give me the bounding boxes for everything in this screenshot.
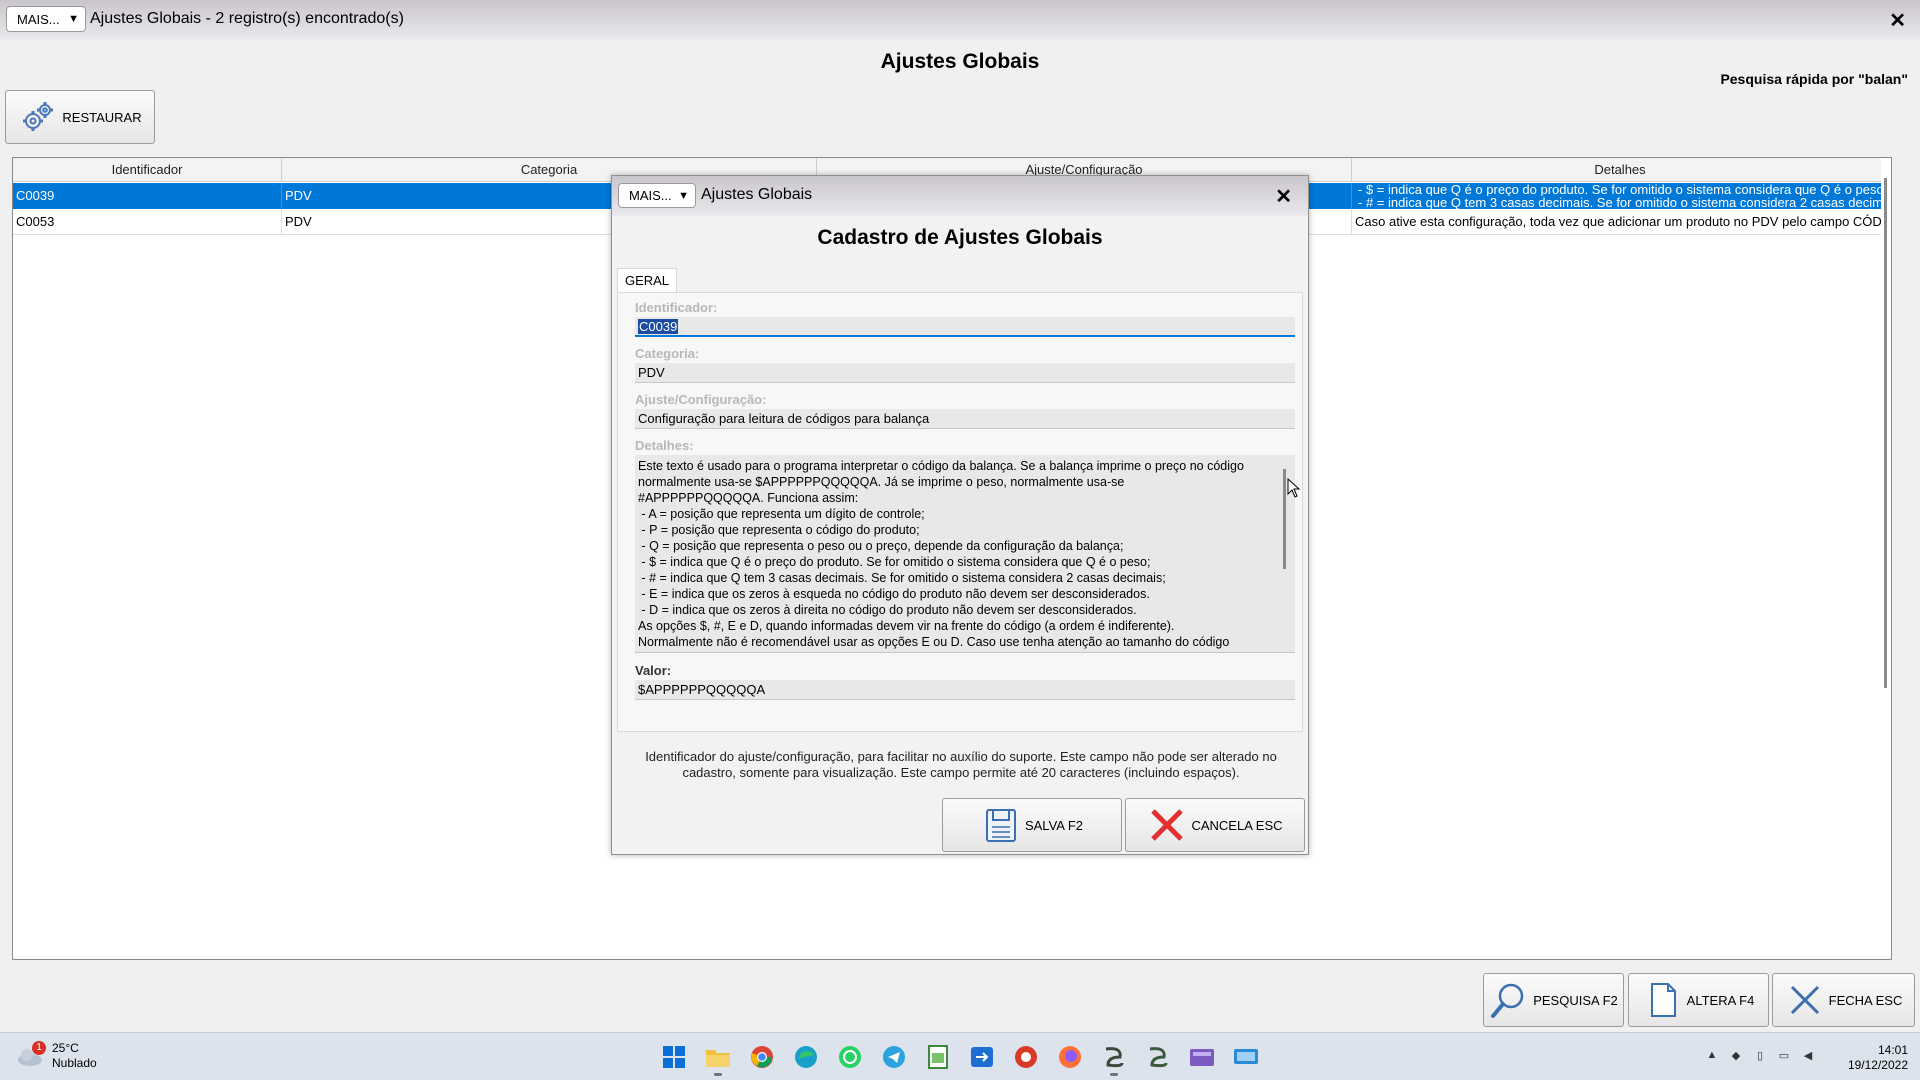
cloud-icon: 1 xyxy=(16,1041,46,1067)
firefox-icon[interactable] xyxy=(1054,1041,1086,1073)
fecha-label: FECHA ESC xyxy=(1828,992,1903,1008)
valor-label: Valor: xyxy=(635,663,672,678)
field-help-text: Identificador do ajuste/configuração, pa… xyxy=(645,749,1277,780)
cell-detalhes-line1: - $ = indica que Q é o preço do produto.… xyxy=(1358,183,1888,196)
tab-geral[interactable]: GERAL xyxy=(617,268,677,293)
volume-tray-icon[interactable]: ◀ xyxy=(1800,1047,1816,1063)
spreadsheet-icon[interactable] xyxy=(922,1041,954,1073)
mouse-cursor-icon xyxy=(1287,477,1301,501)
dialog-heading: Cadastro de Ajustes Globais xyxy=(817,226,1103,249)
page-title: Ajustes Globais xyxy=(880,50,1040,73)
pesquisa-button[interactable]: PESQUISA F2 xyxy=(1483,973,1624,1027)
cancela-button[interactable]: CANCELA ESC xyxy=(1125,798,1305,852)
document-icon xyxy=(1643,980,1683,1020)
app-red-icon[interactable] xyxy=(1010,1041,1042,1073)
weather-desc: Nublado xyxy=(52,1056,97,1070)
taskbar-apps xyxy=(658,1041,1274,1076)
dropdown-arrow-icon: ▼ xyxy=(68,13,79,25)
tab-panel-geral: Identificador: C0039 Categoria: PDV Ajus… xyxy=(617,292,1303,732)
quick-search-label: Pesquisa rápida por "balan" xyxy=(1720,71,1908,87)
ajuste-field[interactable]: Configuração para leitura de códigos par… xyxy=(635,409,1295,429)
ajuste-label: Ajuste/Configuração: xyxy=(635,392,767,407)
dialog-titlebar: MAIS... ▼ Ajustes Globais ✕ xyxy=(612,176,1308,216)
close-x-icon xyxy=(1785,980,1825,1020)
chrome-icon[interactable] xyxy=(746,1041,778,1073)
cell-detalhes-line2: - # = indica que Q tem 3 casas decimais.… xyxy=(1358,196,1888,209)
display-tray-icon[interactable]: ▭ xyxy=(1776,1047,1792,1063)
mais-label: MAIS... xyxy=(629,188,672,203)
valor-field[interactable]: $APPPPPPQQQQQA xyxy=(635,680,1295,700)
security-tray-icon[interactable]: ◆ xyxy=(1728,1047,1744,1063)
dropdown-arrow-icon: ▼ xyxy=(678,189,689,202)
identificador-field[interactable]: C0039 xyxy=(635,317,1295,337)
categoria-field[interactable]: PDV xyxy=(635,363,1295,383)
system-tray: ▲ ◆ ▯ ▭ ◀ xyxy=(1704,1047,1824,1063)
dialog-close-icon[interactable]: ✕ xyxy=(1275,184,1292,209)
file-explorer-icon[interactable] xyxy=(702,1041,734,1076)
identificador-label: Identificador: xyxy=(635,300,718,315)
monitor-app-icon[interactable] xyxy=(1230,1041,1262,1073)
detalhes-textarea[interactable]: Este texto é usado para o programa inter… xyxy=(635,455,1295,653)
cell-detalhes: - $ = indica que Q é o preço do produto.… xyxy=(1352,183,1889,209)
magnifier-icon xyxy=(1489,980,1529,1020)
mais-menu-button[interactable]: MAIS... ▼ xyxy=(6,6,86,32)
gears-icon xyxy=(18,97,58,137)
window-title: Ajustes Globais - 2 registro(s) encontra… xyxy=(90,10,404,27)
dialog-title: Ajustes Globais xyxy=(701,186,813,203)
identificador-value: C0039 xyxy=(638,319,679,334)
cell-detalhes: Caso ative esta configuração, toda vez q… xyxy=(1352,209,1889,234)
clock-time: 14:01 xyxy=(1877,1043,1908,1057)
whatsapp-icon[interactable] xyxy=(834,1041,866,1073)
grid-scrollbar[interactable] xyxy=(1881,158,1891,959)
restaurar-label: RESTAURAR xyxy=(62,109,142,125)
clock[interactable]: 14:01 19/12/2022 xyxy=(1848,1043,1908,1073)
network-tray-icon[interactable]: ▲ xyxy=(1704,1047,1720,1063)
detalhes-scrollbar-thumb[interactable] xyxy=(1283,469,1286,569)
close-icon[interactable]: ✕ xyxy=(1889,8,1906,33)
remote-access-icon[interactable] xyxy=(966,1041,998,1073)
categoria-label: Categoria: xyxy=(635,346,700,361)
window-titlebar: MAIS... ▼ Ajustes Globais - 2 registro(s… xyxy=(0,0,1920,40)
weather-badge: 1 xyxy=(32,1041,46,1055)
erp-app-2-icon[interactable] xyxy=(1142,1041,1174,1073)
edge-icon[interactable] xyxy=(790,1041,822,1073)
restaurar-button[interactable]: RESTAURAR xyxy=(5,90,155,144)
cancel-x-icon xyxy=(1147,805,1187,845)
weather-widget[interactable]: 1 25°C Nublado xyxy=(16,1041,97,1071)
pesquisa-label: PESQUISA F2 xyxy=(1533,992,1618,1008)
detalhes-label: Detalhes: xyxy=(635,438,694,453)
video-editor-icon[interactable] xyxy=(1186,1041,1218,1073)
weather-temp: 25°C xyxy=(52,1041,79,1055)
column-header-identificador[interactable]: Identificador xyxy=(13,158,282,181)
salva-label: SALVA F2 xyxy=(1024,817,1084,833)
taskbar: 1 25°C Nublado ▲ ◆ ▯ ▭ ◀ 14:01 19/12/202… xyxy=(0,1032,1920,1080)
altera-label: ALTERA F4 xyxy=(1686,992,1755,1008)
dialog-mais-menu-button[interactable]: MAIS... ▼ xyxy=(618,183,696,208)
clock-date: 19/12/2022 xyxy=(1847,1058,1908,1072)
telegram-icon[interactable] xyxy=(878,1041,910,1073)
scrollbar-thumb[interactable] xyxy=(1884,178,1887,688)
mais-label: MAIS... xyxy=(17,11,60,27)
cadastro-dialog: MAIS... ▼ Ajustes Globais ✕ Cadastro de … xyxy=(611,175,1309,855)
salva-button[interactable]: SALVA F2 xyxy=(942,798,1122,852)
column-header-detalhes[interactable]: Detalhes xyxy=(1352,158,1889,181)
cancela-label: CANCELA ESC xyxy=(1191,817,1283,833)
erp-app-icon[interactable] xyxy=(1098,1041,1130,1076)
floppy-save-icon xyxy=(981,805,1021,845)
start-icon[interactable] xyxy=(658,1041,690,1073)
usb-tray-icon[interactable]: ▯ xyxy=(1752,1047,1768,1063)
cell-identificador: C0039 xyxy=(13,183,282,209)
fecha-button[interactable]: FECHA ESC xyxy=(1772,973,1915,1027)
altera-button[interactable]: ALTERA F4 xyxy=(1628,973,1769,1027)
cell-identificador: C0053 xyxy=(13,209,282,234)
